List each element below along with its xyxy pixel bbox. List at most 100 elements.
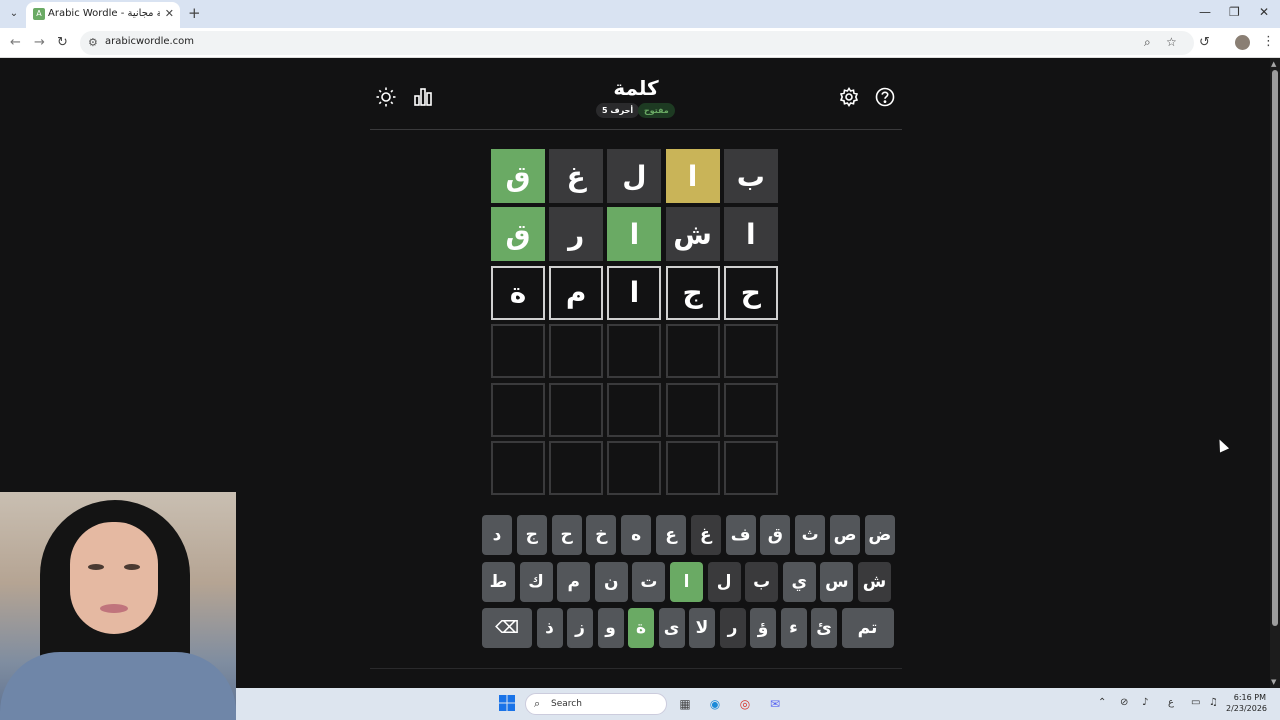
forward-icon[interactable]: → [34, 35, 45, 50]
keyboard-key[interactable]: ز [567, 608, 593, 648]
tab-search-icon[interactable]: ⌄ [6, 6, 22, 22]
keyboard-key[interactable]: ر [719, 608, 746, 648]
address-bar-row: ← → ↻ ⚙ arabicwordle.com ⌕ ☆ ↺ ⋮ [0, 28, 1280, 58]
taskbar-clock[interactable]: 6:16 PM 2/23/2026 [1226, 692, 1268, 714]
chrome-browser-icon[interactable]: ◎ [736, 695, 754, 713]
restore-icon[interactable]: ❐ [1229, 5, 1240, 19]
board-tile [491, 324, 545, 379]
mouse-cursor-icon [1214, 437, 1230, 453]
board-tile [549, 441, 604, 495]
board-tile: ا [607, 265, 662, 320]
webcam-person-jacket [0, 652, 236, 720]
board-tile: غ [549, 149, 604, 203]
keyboard-key[interactable]: ذ [536, 608, 563, 648]
keyboard-key[interactable]: ى [658, 608, 685, 648]
board-tile: ج [665, 265, 720, 320]
keyboard-key[interactable]: ط [482, 562, 515, 602]
keyboard-key[interactable]: ئ [811, 608, 837, 648]
keyboard-key[interactable]: ن [594, 562, 628, 602]
edge-browser-icon[interactable]: ◉ [706, 695, 724, 713]
board-tile [491, 441, 545, 495]
keyboard-key[interactable]: ض [864, 515, 895, 555]
webcam-lips [100, 604, 128, 613]
keyboard-key[interactable]: لا [689, 608, 715, 648]
keyboard-key[interactable]: ة [628, 608, 654, 648]
keyboard-key[interactable]: ج [516, 515, 547, 555]
settings-icon[interactable] [838, 86, 860, 108]
on-screen-keyboard: د ج ح خ ه ع غ ف ق ث ص ض ط ك م ن ت ا ل ب ي س ش ⌫ ذ ز و ة ى لا ر ؤ ء ئ تم [481, 515, 896, 649]
close-window-icon[interactable]: ✕ [1259, 5, 1269, 19]
board-tile [723, 382, 778, 437]
enter-key[interactable]: تم [841, 608, 894, 648]
keyboard-key[interactable]: ث [795, 515, 826, 555]
keyboard-key[interactable]: ا [670, 562, 703, 602]
scroll-thumb[interactable] [1272, 70, 1278, 626]
keyboard-key[interactable]: ك [519, 562, 553, 602]
close-tab-icon[interactable]: ✕ [165, 7, 174, 20]
url-text: arabicwordle.com [105, 36, 195, 47]
keyboard-key[interactable]: ؤ [750, 608, 776, 648]
tray-network-icon[interactable]: ⊘ [1120, 697, 1128, 708]
new-tab-icon[interactable]: + [188, 5, 201, 21]
history-icon[interactable]: ↺ [1199, 35, 1210, 50]
menu-kebab-icon[interactable]: ⋮ [1262, 34, 1275, 49]
site-info-icon[interactable]: ⚙ [88, 36, 98, 49]
bookmark-star-icon[interactable]: ☆ [1166, 35, 1177, 49]
clock-time: 6:16 PM [1233, 693, 1266, 702]
tray-mic-icon[interactable]: ♪ [1142, 697, 1148, 708]
keyboard-key[interactable]: ء [780, 608, 807, 648]
keyboard-key[interactable]: ف [725, 515, 756, 555]
keyboard-key[interactable]: خ [586, 515, 617, 555]
keyboard-key[interactable]: س [820, 562, 854, 602]
scroll-down-icon[interactable]: ▼ [1271, 678, 1276, 686]
tray-language[interactable]: ع [1168, 697, 1174, 708]
keyboard-key[interactable]: ي [782, 562, 816, 602]
os-taskbar: ⌕ Search ▦ ◉ ◎ ✉ ⌃ ⊘ ♪ ع ▭ ♫ 6:16 PM 2/2… [236, 688, 1280, 720]
clock-date: 2/23/2026 [1226, 704, 1268, 713]
taskbar-search[interactable]: ⌕ Search [525, 693, 667, 715]
page-scrollbar[interactable]: ▲ ▼ [1270, 58, 1280, 688]
back-icon[interactable]: ← [10, 35, 21, 50]
zoom-icon[interactable]: ⌕ [1144, 35, 1151, 50]
board-tile [665, 441, 720, 495]
board-tile: ا [723, 207, 778, 262]
keyboard-key[interactable]: ه [621, 515, 652, 555]
keyboard-key[interactable]: م [557, 562, 591, 602]
board-tile: ح [723, 265, 778, 320]
windows-start-icon[interactable] [498, 695, 516, 713]
chat-app-icon[interactable]: ✉ [766, 695, 784, 713]
help-icon[interactable] [874, 86, 896, 108]
keyboard-key[interactable]: ت [632, 562, 666, 602]
reload-icon[interactable]: ↻ [57, 35, 68, 50]
keyboard-key[interactable]: ش [858, 562, 891, 602]
keyboard-key[interactable]: ع [656, 515, 686, 555]
keyboard-key[interactable]: ب [745, 562, 779, 602]
keyboard-key[interactable]: ح [551, 515, 582, 555]
tray-volume-icon[interactable]: ♫ [1209, 697, 1218, 708]
board-tile [665, 382, 720, 437]
board-tile: ق [491, 149, 545, 203]
backspace-key[interactable]: ⌫ [482, 608, 532, 648]
minimize-icon[interactable]: — [1199, 5, 1211, 19]
board-tile [723, 324, 778, 379]
webcam-person-face [70, 522, 158, 634]
url-field[interactable]: ⚙ arabicwordle.com ⌕ ☆ [80, 31, 1194, 55]
board-tile [607, 382, 662, 437]
tray-chevron-icon[interactable]: ⌃ [1098, 697, 1106, 708]
keyboard-key[interactable]: د [482, 515, 512, 555]
file-explorer-icon[interactable]: ▦ [676, 695, 694, 713]
scroll-up-icon[interactable]: ▲ [1271, 60, 1276, 68]
profile-avatar[interactable] [1235, 35, 1250, 50]
browser-tab[interactable]: A Arabic Wordle - لعبة كلمات عربية مجاني… [26, 2, 180, 28]
keyboard-key[interactable]: و [597, 608, 624, 648]
board-tile: ر [549, 207, 604, 262]
keyboard-key[interactable]: ل [707, 562, 741, 602]
board-tile [491, 382, 545, 437]
keyboard-key[interactable]: ص [830, 515, 860, 555]
board-tile: ل [607, 149, 662, 203]
keyboard-key[interactable]: غ [690, 515, 721, 555]
keyboard-key[interactable]: ق [760, 515, 791, 555]
taskbar-search-placeholder: Search [551, 699, 582, 709]
browser-tab-bar: ⌄ A Arabic Wordle - لعبة كلمات عربية مجا… [0, 0, 1280, 28]
tray-display-icon[interactable]: ▭ [1191, 697, 1200, 708]
